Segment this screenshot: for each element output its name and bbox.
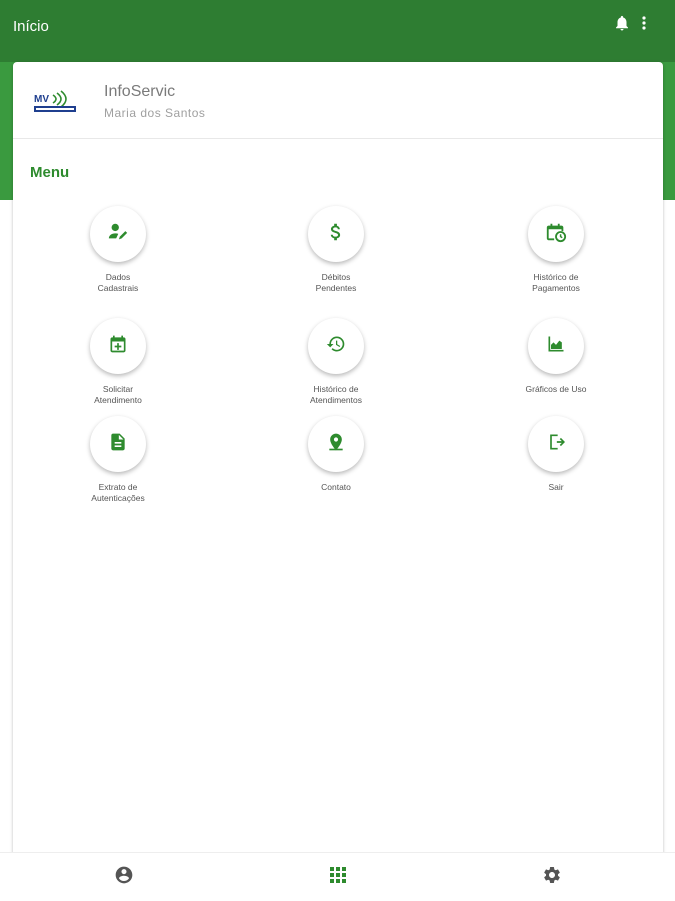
menu-button-historico-pagamentos[interactable]: [528, 206, 584, 262]
more-vert-icon[interactable]: [641, 15, 647, 31]
nav-menu-button[interactable]: [326, 865, 350, 889]
document-icon: [108, 432, 128, 457]
menu-label: Gráficos de Uso: [525, 384, 587, 394]
menu-label: Histórico de Pagamentos: [532, 272, 580, 293]
menu-button-historico-atendimentos[interactable]: [308, 318, 364, 374]
menu-title: Menu: [30, 164, 70, 181]
calendar-clock-icon: [545, 221, 567, 248]
menu-label: Dados Cadastrais: [97, 272, 139, 293]
menu-item-historico-pagamentos[interactable]: Histórico de Pagamentos: [481, 206, 631, 294]
profile-header: MV InfoServic Maria dos Santos: [13, 62, 663, 139]
menu-label: Extrato de Autenticações: [91, 482, 145, 503]
menu-label: Débitos Pendentes: [315, 272, 357, 293]
user-edit-icon: [107, 221, 129, 248]
menu-item-graficos-uso[interactable]: Gráficos de Uso: [481, 318, 631, 395]
bottom-navigation: [0, 852, 675, 901]
menu-label: Contato: [321, 482, 351, 492]
chart-icon: [546, 334, 566, 359]
menu-button-sair[interactable]: [528, 416, 584, 472]
grid-icon: [329, 866, 347, 889]
app-bar: Início: [0, 0, 675, 62]
dollar-icon: [325, 221, 347, 248]
menu-card: MV InfoServic Maria dos Santos Menu Dado…: [13, 62, 663, 862]
menu-label: Sair: [548, 482, 564, 492]
logout-icon: [546, 432, 566, 457]
menu-button-solicitar-atendimento[interactable]: [90, 318, 146, 374]
menu-item-dados-cadastrais[interactable]: Dados Cadastrais: [43, 206, 193, 294]
menu-item-sair[interactable]: Sair: [481, 416, 631, 493]
menu-item-historico-atendimentos[interactable]: Histórico de Atendimentos: [261, 318, 411, 406]
nav-account-button[interactable]: [112, 865, 136, 889]
menu-button-extrato-autenticacoes[interactable]: [90, 416, 146, 472]
location-icon: [326, 431, 346, 458]
menu-button-contato[interactable]: [308, 416, 364, 472]
nav-settings-button[interactable]: [540, 865, 564, 889]
menu-item-debitos-pendentes[interactable]: Débitos Pendentes: [261, 206, 411, 294]
menu-item-solicitar-atendimento[interactable]: Solicitar Atendimento: [43, 318, 193, 406]
settings-icon: [542, 865, 562, 890]
menu-label: Solicitar Atendimento: [94, 384, 142, 405]
account-icon: [114, 865, 134, 890]
menu-button-graficos-uso[interactable]: [528, 318, 584, 374]
menu-item-contato[interactable]: Contato: [261, 416, 411, 493]
bell-icon[interactable]: [613, 13, 631, 33]
menu-label: Histórico de Atendimentos: [310, 384, 362, 405]
menu-item-extrato-autenticacoes[interactable]: Extrato de Autenticações: [43, 416, 193, 504]
menu-button-dados-cadastrais[interactable]: [90, 206, 146, 262]
company-name: InfoServic: [104, 83, 176, 100]
logo-text: MV: [34, 94, 49, 105]
calendar-plus-icon: [108, 334, 128, 359]
user-name: Maria dos Santos: [104, 106, 206, 120]
page-title: Início: [13, 18, 49, 35]
history-icon: [326, 334, 346, 359]
menu-button-debitos-pendentes[interactable]: [308, 206, 364, 262]
company-logo: MV: [33, 88, 81, 116]
